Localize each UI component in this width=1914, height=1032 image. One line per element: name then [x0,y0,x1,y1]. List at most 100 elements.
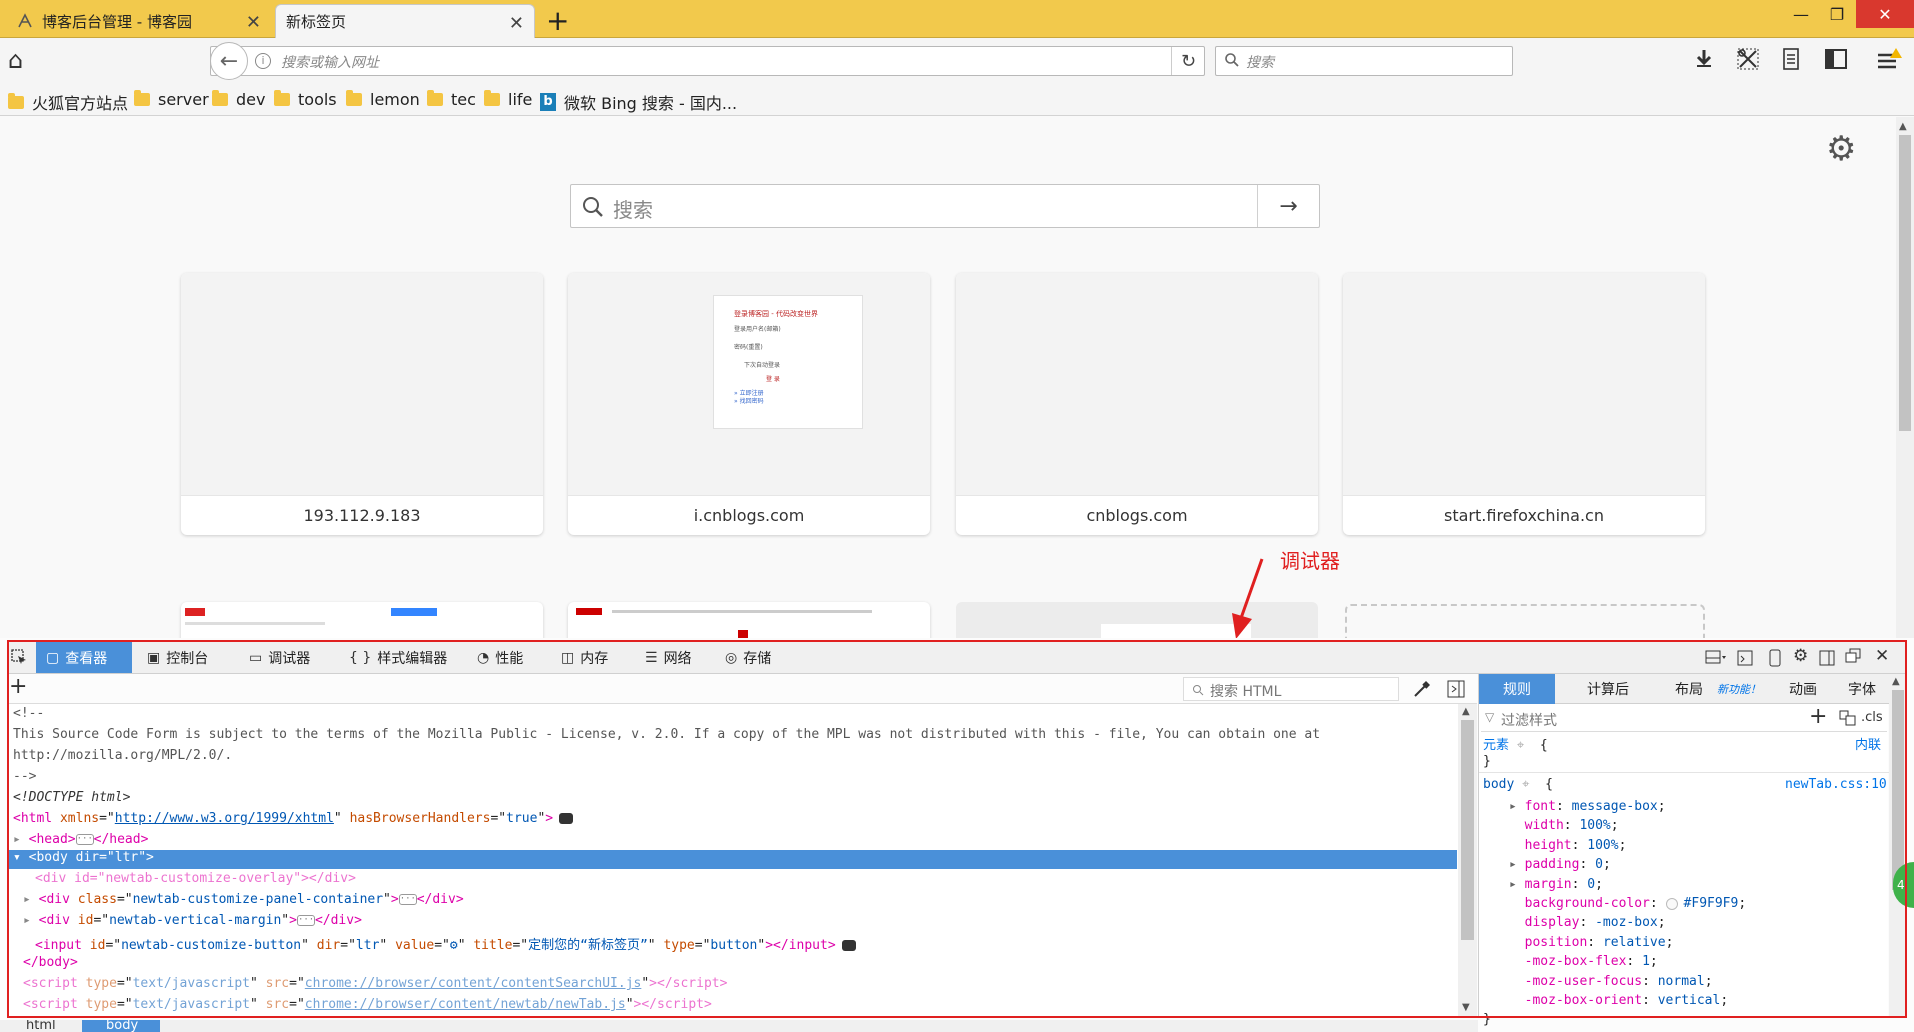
css-property[interactable]: width [1525,818,1564,833]
css-property[interactable]: background-color [1525,896,1650,911]
expand-twisty-icon[interactable]: ▸ [1509,877,1525,892]
event-badge[interactable] [559,813,574,824]
markup-node-div[interactable]: ▸ <div id="newtab-vertical-margin">···</… [23,913,362,928]
dock-options-icon[interactable] [1705,650,1727,670]
new-tab-button[interactable]: + [546,4,569,37]
markup-node-body-close[interactable]: </body> [23,955,78,970]
css-property[interactable]: margin [1525,877,1572,892]
rules-scrollbar[interactable]: ▲ [1889,674,1907,1018]
css-property[interactable]: position [1525,935,1588,950]
markup-node-script[interactable]: <script type="text/javascript" src="chro… [23,997,712,1017]
css-declaration[interactable]: height: 100%; [1509,838,1627,853]
css-declaration[interactable]: -moz-box-flex: 1; [1509,954,1658,969]
separate-window-icon[interactable] [1845,648,1861,668]
markup-node-head[interactable]: ▸ <head>···</head> [13,832,148,847]
tab-storage[interactable]: ◎ 存储 [715,642,781,673]
breadcrumb-item-body[interactable]: body [106,1020,138,1032]
scrollbar-thumb[interactable] [1899,135,1911,431]
tab-network[interactable]: ☰ 网络 [635,642,702,673]
css-property[interactable]: display [1525,915,1580,930]
top-site-tile[interactable]: 登录博客园 - 代码改变世界 登录用户名(邮箱) 密码(重置) 下次自动登录 登… [568,273,930,535]
expand-twisty-icon[interactable]: ▸ [1509,799,1525,814]
color-swatch[interactable] [1665,897,1678,910]
css-declaration[interactable]: -moz-box-orient: vertical; [1509,993,1729,1008]
css-declaration[interactable]: background-color: #F9F9F9; [1509,896,1747,911]
expand-twisty-icon[interactable] [1509,974,1525,989]
css-declaration[interactable]: position: relative; [1509,935,1674,950]
tab-style-editor[interactable]: { } 样式编辑器 [339,642,457,673]
css-value[interactable]: 0 [1595,857,1603,872]
css-property[interactable]: height [1525,838,1572,853]
search-input[interactable]: 搜索 [1246,52,1274,72]
css-declaration[interactable]: -moz-user-focus: normal; [1509,974,1713,989]
scrollbar-thumb[interactable] [1461,720,1474,940]
collapsed-ellipsis[interactable]: ··· [296,915,315,926]
markup-scrollbar[interactable]: ▲ ▼ [1458,704,1477,1018]
css-property[interactable]: -moz-box-flex [1525,954,1627,969]
download-icon[interactable] [1694,48,1714,74]
markup-node-input[interactable]: <input id="newtab-customize-button" dir=… [35,934,856,953]
bookmark-item[interactable]: tec [427,90,476,109]
css-declaration[interactable]: display: -moz-box; [1509,915,1666,930]
expand-twisty-icon[interactable] [1509,935,1525,950]
close-icon[interactable]: ✕ [509,13,524,34]
css-value[interactable]: normal [1658,974,1705,989]
markup-node-body[interactable]: ▾ <body dir="ltr"> [13,850,154,865]
scrollbar-thumb[interactable] [1892,690,1904,890]
event-badge[interactable] [841,940,856,951]
css-declaration[interactable]: ▸ padding: 0; [1509,857,1611,872]
element-picker-icon[interactable] [11,649,27,669]
top-site-tile[interactable] [568,602,930,638]
tab-performance[interactable]: ◔ 性能 [467,642,533,673]
css-declaration[interactable]: ▸ font: message-box; [1509,799,1666,814]
toggle-sidebar-icon[interactable] [1447,680,1465,702]
css-declaration[interactable]: ▸ margin: 0; [1509,877,1603,892]
css-value[interactable]: -moz-box [1595,915,1658,930]
top-site-tile[interactable]: cnblogs.com [956,273,1318,535]
css-property[interactable]: padding [1525,857,1580,872]
css-value[interactable]: 1 [1642,954,1650,969]
bookmark-item[interactable]: server [134,90,209,109]
tab-rules[interactable]: 规则 [1479,674,1555,704]
split-console-icon[interactable] [1737,650,1753,670]
expand-twisty-icon[interactable] [1509,954,1525,969]
css-value[interactable]: relative [1603,935,1666,950]
top-site-tile[interactable] [181,602,543,638]
expand-twisty-icon[interactable] [1509,838,1525,853]
css-property[interactable]: -moz-box-orient [1525,993,1642,1008]
expand-twisty-icon[interactable]: ▸ [1509,857,1525,872]
css-value[interactable]: message-box [1572,799,1658,814]
close-icon[interactable]: ✕ [246,12,261,33]
eyedropper-icon[interactable] [1413,680,1431,702]
expand-twisty-icon[interactable] [1509,915,1525,930]
collapsed-ellipsis[interactable]: ··· [75,834,94,845]
site-info-icon[interactable]: i [255,53,271,69]
collapsed-ellipsis[interactable]: ··· [398,894,417,905]
stylesheet-source-link[interactable]: newTab.css:10 [1785,777,1887,792]
expand-twisty-icon[interactable] [1509,818,1525,833]
url-input[interactable]: 搜索或输入网址 [281,52,379,72]
home-icon[interactable]: ⌂ [8,46,23,74]
screenshot-icon[interactable] [1737,48,1759,74]
css-value[interactable]: 0 [1587,877,1595,892]
css-declaration[interactable]: width: 100%; [1509,818,1619,833]
dock-side-icon[interactable] [1819,650,1835,670]
breadcrumb-item-html[interactable]: html [26,1020,56,1032]
tab-memory[interactable]: ◫ 内存 [551,642,618,673]
add-node-button[interactable]: + [9,674,27,699]
newtab-search-input[interactable]: 搜索 [613,194,653,223]
gear-icon[interactable]: ⚙ [1793,646,1808,666]
search-html-input[interactable]: 搜索 HTML [1183,677,1399,701]
body-rule-selector[interactable]: body ⌖ { [1483,777,1553,792]
markup-comment[interactable]: <!-- [13,706,44,721]
search-bar[interactable]: 搜索 [1215,46,1513,76]
bookmark-item[interactable]: dev [212,90,265,109]
responsive-design-icon[interactable] [1769,649,1781,671]
newtab-search-box[interactable]: 搜索 → [570,184,1320,228]
inline-source-link[interactable]: 内联 [1855,734,1881,753]
menu-icon[interactable] [1876,46,1906,76]
bookmark-item[interactable]: life [484,90,532,109]
bookmark-item[interactable]: b 微软 Bing 搜索 - 国内... [540,90,737,114]
css-value[interactable]: 100% [1587,838,1618,853]
reader-icon[interactable] [1782,48,1800,74]
